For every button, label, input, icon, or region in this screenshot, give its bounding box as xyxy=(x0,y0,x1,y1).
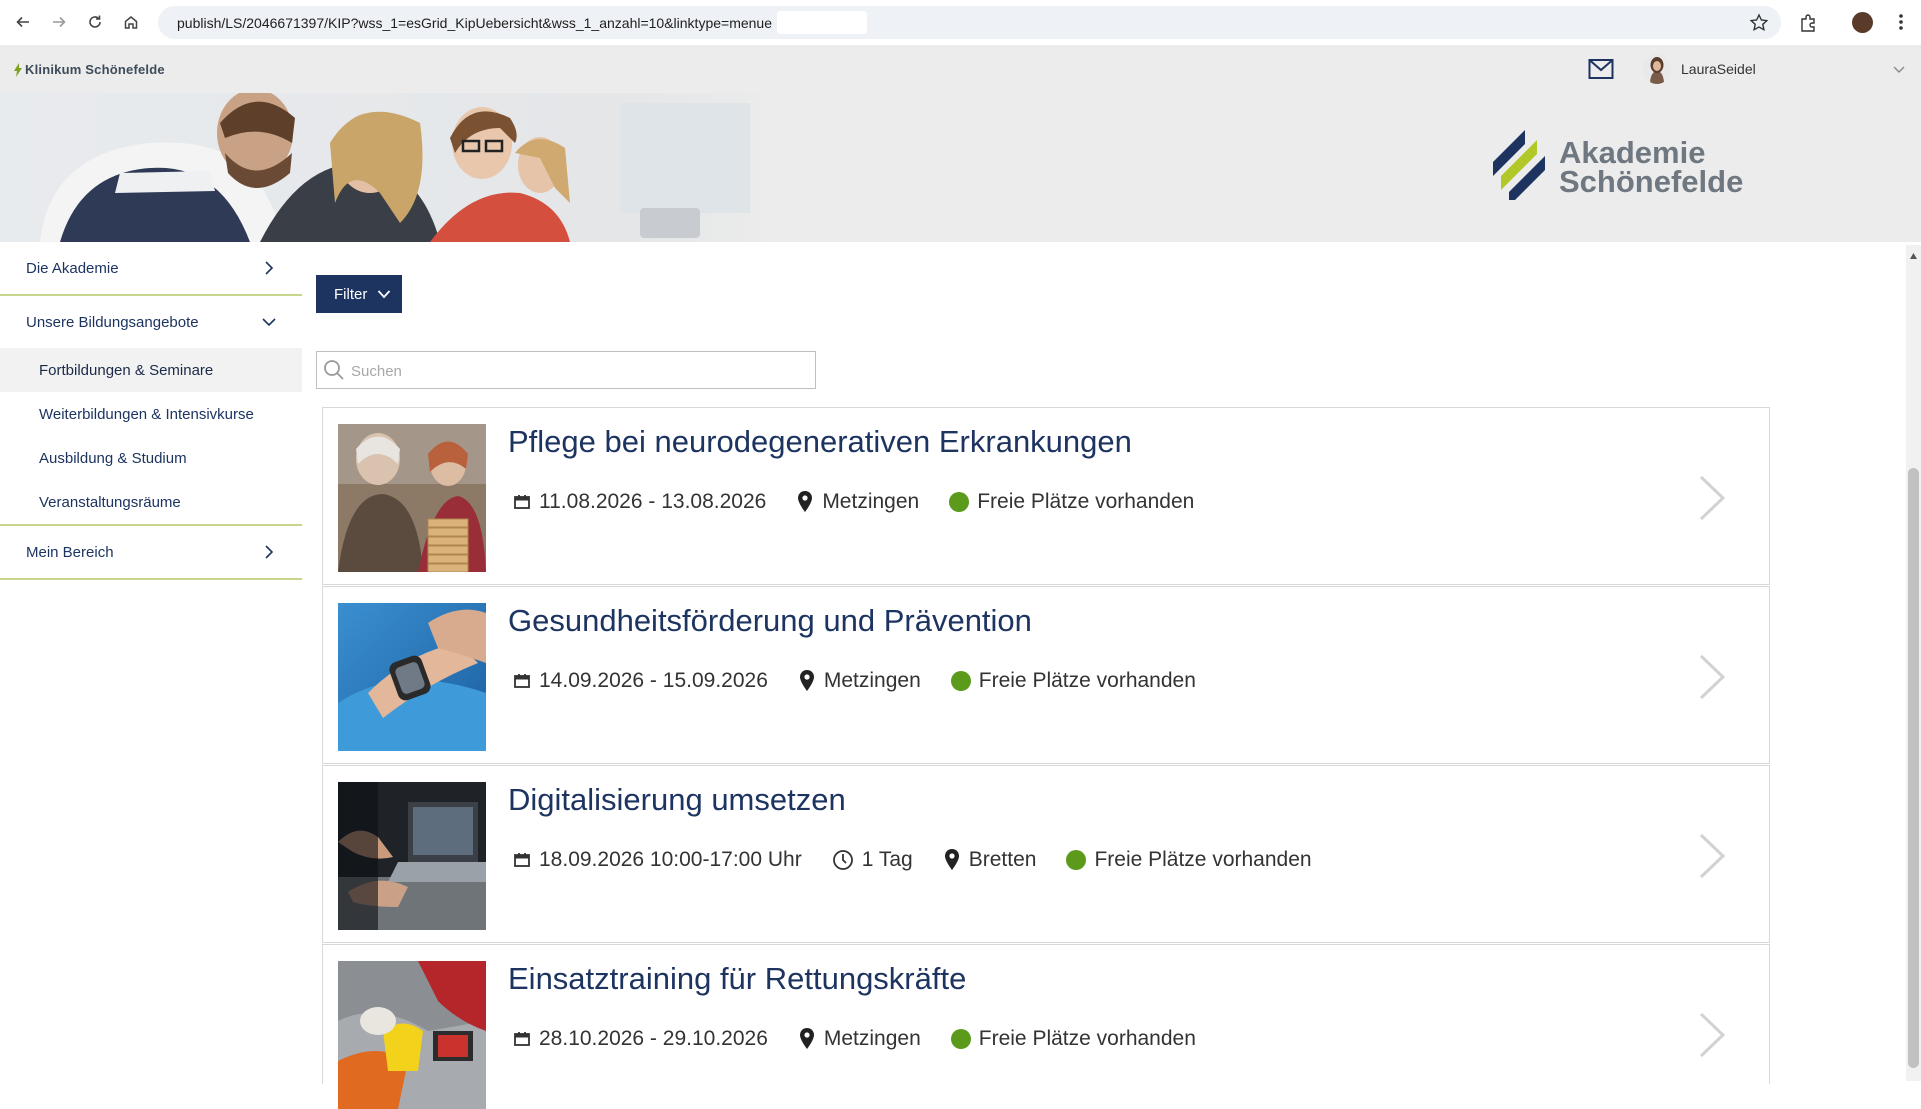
course-location: Metzingen xyxy=(822,490,920,513)
chevron-down-icon[interactable] xyxy=(1892,62,1906,74)
chevron-right-icon[interactable] xyxy=(1696,474,1728,522)
course-card[interactable]: Digitalisierung umsetzen 18.09.2026 10:0… xyxy=(322,765,1770,943)
url-redaction xyxy=(777,11,867,34)
chevron-down-icon xyxy=(262,318,276,327)
akademie-logo-text: Akademie Schönefelde xyxy=(1559,135,1744,199)
status-dot-icon xyxy=(950,1029,971,1049)
home-icon[interactable] xyxy=(119,10,143,34)
mail-icon[interactable] xyxy=(1588,58,1614,80)
hero-photo-students xyxy=(0,93,780,242)
status-dot-icon xyxy=(1066,850,1087,870)
location-pin-icon xyxy=(798,491,813,512)
course-thumbnail xyxy=(338,782,486,930)
course-date: 18.09.2026 10:00-17:00 Uhr xyxy=(539,848,802,871)
sidebar-subitem-weiterbildungen[interactable]: Weiterbildungen & Intensivkurse xyxy=(0,392,302,436)
back-icon[interactable] xyxy=(11,10,35,34)
course-status: Freie Plätze vorhanden xyxy=(978,1027,1196,1050)
filter-button[interactable]: Filter xyxy=(316,275,402,313)
course-date: 14.09.2026 - 15.09.2026 xyxy=(539,669,768,692)
sidebar-item-bildungsangebote[interactable]: Unsere Bildungsangebote xyxy=(0,296,302,350)
course-location: Metzingen xyxy=(823,669,921,692)
logo-line-1: Akademie xyxy=(1559,135,1706,170)
sidebar-subitem-label: Weiterbildungen & Intensivkurse xyxy=(39,405,254,423)
sidebar-item-die-akademie[interactable]: Die Akademie xyxy=(0,242,302,296)
browser-profile-avatar[interactable] xyxy=(1852,12,1873,33)
sidebar-subitem-ausbildung[interactable]: Ausbildung & Studium xyxy=(0,436,302,480)
course-duration: 1 Tag xyxy=(861,848,913,871)
browser-menu-icon[interactable] xyxy=(1896,10,1906,34)
location-pin-icon xyxy=(799,1028,814,1049)
sidebar-item-mein-bereich[interactable]: Mein Bereich xyxy=(0,526,302,580)
sidebar-subitem-fortbildungen[interactable]: Fortbildungen & Seminare xyxy=(0,348,302,392)
chevron-down-icon xyxy=(378,290,391,299)
status-dot-icon xyxy=(950,671,971,691)
course-meta: 18.09.2026 10:00-17:00 Uhr 1 Tag Bretten… xyxy=(513,845,1342,875)
extensions-icon[interactable] xyxy=(1798,12,1820,34)
calendar-icon xyxy=(514,1032,530,1046)
site-top-bar xyxy=(0,45,1921,93)
course-meta: 14.09.2026 - 15.09.2026 Metzingen Freie … xyxy=(513,666,1226,696)
course-title[interactable]: Pflege bei neurodegenerativen Erkrankung… xyxy=(508,424,1132,460)
brand-name: Klinikum Schönefelde xyxy=(25,62,165,77)
location-pin-icon xyxy=(799,670,814,691)
course-status: Freie Plätze vorhanden xyxy=(978,669,1196,692)
course-card[interactable]: Pflege bei neurodegenerativen Erkrankung… xyxy=(322,407,1770,585)
course-title[interactable]: Digitalisierung umsetzen xyxy=(508,782,846,818)
bookmark-star-icon[interactable] xyxy=(1748,12,1770,34)
brand-bolt-icon xyxy=(14,62,22,77)
chevron-right-icon xyxy=(265,261,274,275)
chevron-right-icon[interactable] xyxy=(1696,653,1728,701)
sidebar-subitem-label: Fortbildungen & Seminare xyxy=(39,361,214,379)
course-card[interactable]: Gesundheitsförderung und Prävention 14.0… xyxy=(322,586,1770,764)
sidebar-subitem-veranstaltungsraeume[interactable]: Veranstaltungsräume xyxy=(0,480,302,524)
course-date: 28.10.2026 - 29.10.2026 xyxy=(539,1027,768,1050)
course-card[interactable]: Einsatztraining für Rettungskräfte 28.10… xyxy=(322,944,1770,1109)
brand-logo[interactable]: Klinikum Schönefelde xyxy=(13,62,165,77)
akademie-logo-mark xyxy=(1493,130,1545,200)
sidebar-subitem-label: Veranstaltungsräume xyxy=(39,493,181,511)
course-meta: 11.08.2026 - 13.08.2026 Metzingen Freie … xyxy=(513,487,1224,517)
location-pin-icon xyxy=(944,849,959,870)
search-input[interactable] xyxy=(349,352,813,390)
username-label[interactable]: LauraSeidel xyxy=(1681,61,1756,77)
reload-icon[interactable] xyxy=(83,10,107,34)
page-scrollbar-thumb[interactable] xyxy=(1908,468,1919,1068)
calendar-icon xyxy=(514,495,530,509)
course-thumbnail xyxy=(338,961,486,1109)
logo-line-2: Schönefelde xyxy=(1559,164,1744,199)
course-status: Freie Plätze vorhanden xyxy=(977,490,1195,513)
chevron-right-icon xyxy=(265,545,274,559)
course-meta: 28.10.2026 - 29.10.2026 Metzingen Freie … xyxy=(513,1024,1226,1054)
course-title[interactable]: Einsatztraining für Rettungskräfte xyxy=(508,961,966,997)
calendar-icon xyxy=(514,853,530,867)
chevron-right-icon[interactable] xyxy=(1696,1011,1728,1059)
course-status: Freie Plätze vorhanden xyxy=(1094,848,1312,871)
sidebar-item-label: Mein Bereich xyxy=(26,543,114,561)
course-thumbnail xyxy=(338,603,486,751)
chevron-right-icon[interactable] xyxy=(1696,832,1728,880)
course-date: 11.08.2026 - 13.08.2026 xyxy=(539,490,767,513)
url-text[interactable]: publish/LS/2046671397/KIP?wss_1=esGrid_K… xyxy=(177,15,772,31)
sidebar-subitem-label: Ausbildung & Studium xyxy=(39,449,187,467)
status-dot-icon xyxy=(949,492,970,512)
scroll-up-icon[interactable] xyxy=(1909,247,1918,259)
sidebar-item-label: Unsere Bildungsangebote xyxy=(26,313,199,331)
calendar-icon xyxy=(514,674,530,688)
filter-button-label: Filter xyxy=(334,285,368,303)
search-icon xyxy=(323,359,345,381)
clock-icon xyxy=(832,850,853,870)
user-avatar[interactable] xyxy=(1643,54,1671,84)
sidebar-item-label: Die Akademie xyxy=(26,259,119,277)
course-location: Bretten xyxy=(968,848,1037,871)
course-location: Metzingen xyxy=(823,1027,921,1050)
course-title[interactable]: Gesundheitsförderung und Prävention xyxy=(508,603,1032,639)
forward-icon[interactable] xyxy=(47,10,71,34)
course-thumbnail xyxy=(338,424,486,572)
